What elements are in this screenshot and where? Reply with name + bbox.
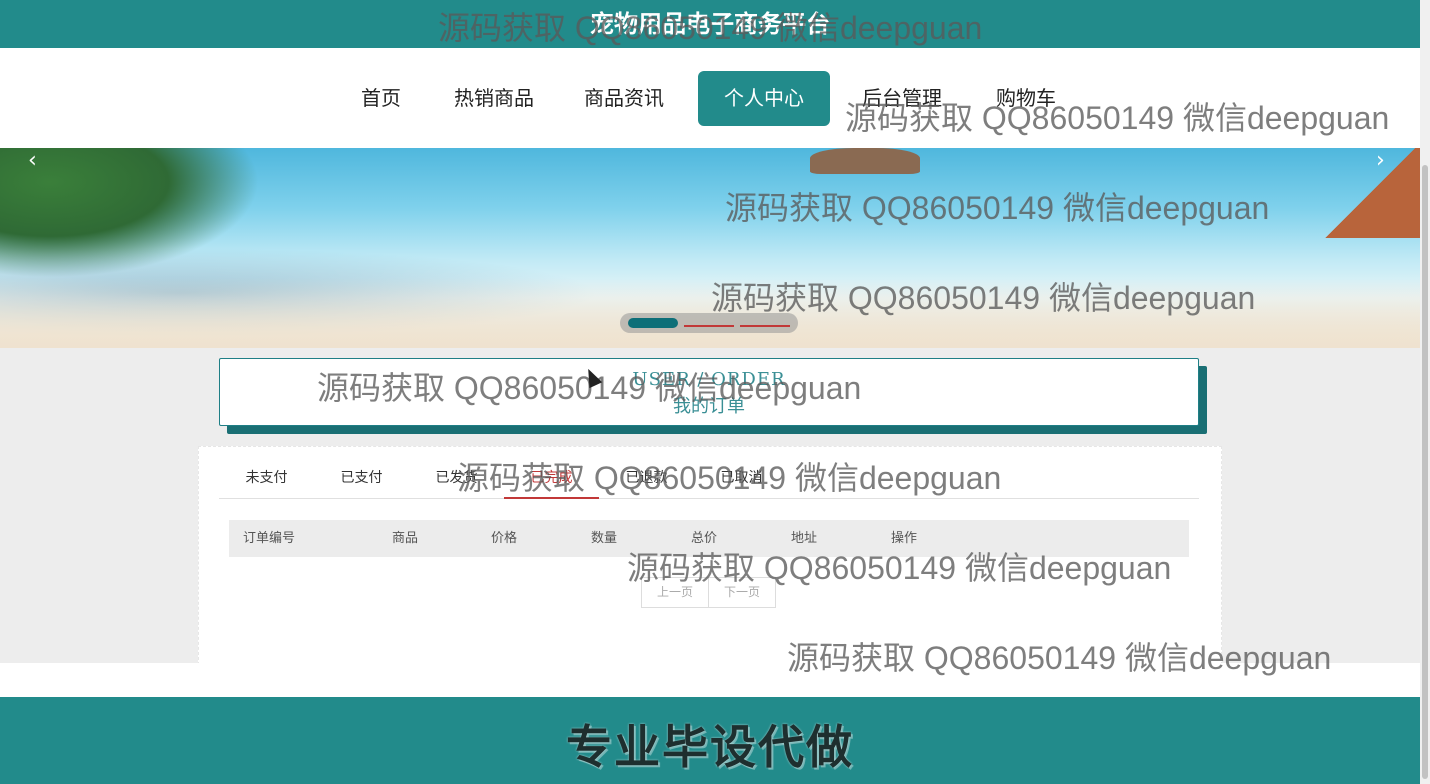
col-quantity: 数量 (591, 531, 618, 546)
col-price: 价格 (491, 531, 518, 546)
carousel-dot-2[interactable] (684, 325, 734, 327)
tab-cancelled[interactable]: 已取消 (694, 447, 789, 498)
footer-slogan: 专业毕设代做 (566, 720, 854, 774)
prev-page-button[interactable]: 上一页 (642, 578, 708, 607)
chevron-right-icon[interactable]: › (1376, 148, 1385, 173)
banner-boat (1320, 148, 1420, 238)
carousel-dot-3[interactable] (740, 325, 790, 327)
page-scrollbar[interactable] (1420, 0, 1430, 784)
nav-admin[interactable]: 后台管理 (858, 71, 946, 126)
next-page-button[interactable]: 下一页 (708, 578, 775, 607)
nav-user-center[interactable]: 个人中心 (698, 71, 830, 126)
scrollbar-thumb[interactable] (1422, 165, 1428, 779)
banner-rock (810, 148, 920, 174)
order-section-header: USER / ORDER 我的订单 (219, 358, 1199, 426)
chevron-left-icon[interactable]: ‹ (28, 148, 37, 173)
order-panel: 未支付 已支付 已发货 已完成 已退款 已取消 订单编号 商品 价格 数量 总价… (198, 446, 1222, 665)
col-order-id: 订单编号 (243, 531, 296, 546)
tab-paid[interactable]: 已支付 (314, 447, 409, 498)
tab-completed[interactable]: 已完成 (504, 447, 599, 499)
col-total: 总价 (691, 531, 718, 546)
footer-spacer (0, 663, 1420, 697)
col-actions: 操作 (891, 531, 918, 546)
carousel-indicators (620, 313, 798, 333)
site-footer: 专业毕设代做 (0, 697, 1420, 784)
nav-cart[interactable]: 购物车 (992, 71, 1060, 126)
col-address: 地址 (791, 531, 818, 546)
main-nav: 首页 热销商品 商品资讯 个人中心 后台管理 购物车 (0, 48, 1420, 148)
pagination: 上一页 下一页 (641, 577, 776, 608)
order-title-en: USER / ORDER (632, 369, 786, 390)
order-tabs: 未支付 已支付 已发货 已完成 已退款 已取消 (219, 447, 1199, 499)
tab-unpaid[interactable]: 未支付 (219, 447, 314, 498)
order-table-header: 订单编号 商品 价格 数量 总价 地址 操作 (229, 520, 1189, 557)
col-product: 商品 (392, 531, 419, 546)
nav-home[interactable]: 首页 (355, 71, 407, 126)
carousel-dot-1[interactable] (628, 318, 678, 328)
site-title: 宠物用品电子商务平台 (590, 10, 830, 38)
order-title-cn: 我的订单 (673, 396, 745, 417)
tab-refunded[interactable]: 已退款 (599, 447, 694, 498)
nav-hot-products[interactable]: 热销商品 (450, 71, 538, 126)
nav-product-news[interactable]: 商品资讯 (580, 71, 668, 126)
tab-shipped[interactable]: 已发货 (409, 447, 504, 498)
site-header: 宠物用品电子商务平台 (0, 0, 1420, 48)
